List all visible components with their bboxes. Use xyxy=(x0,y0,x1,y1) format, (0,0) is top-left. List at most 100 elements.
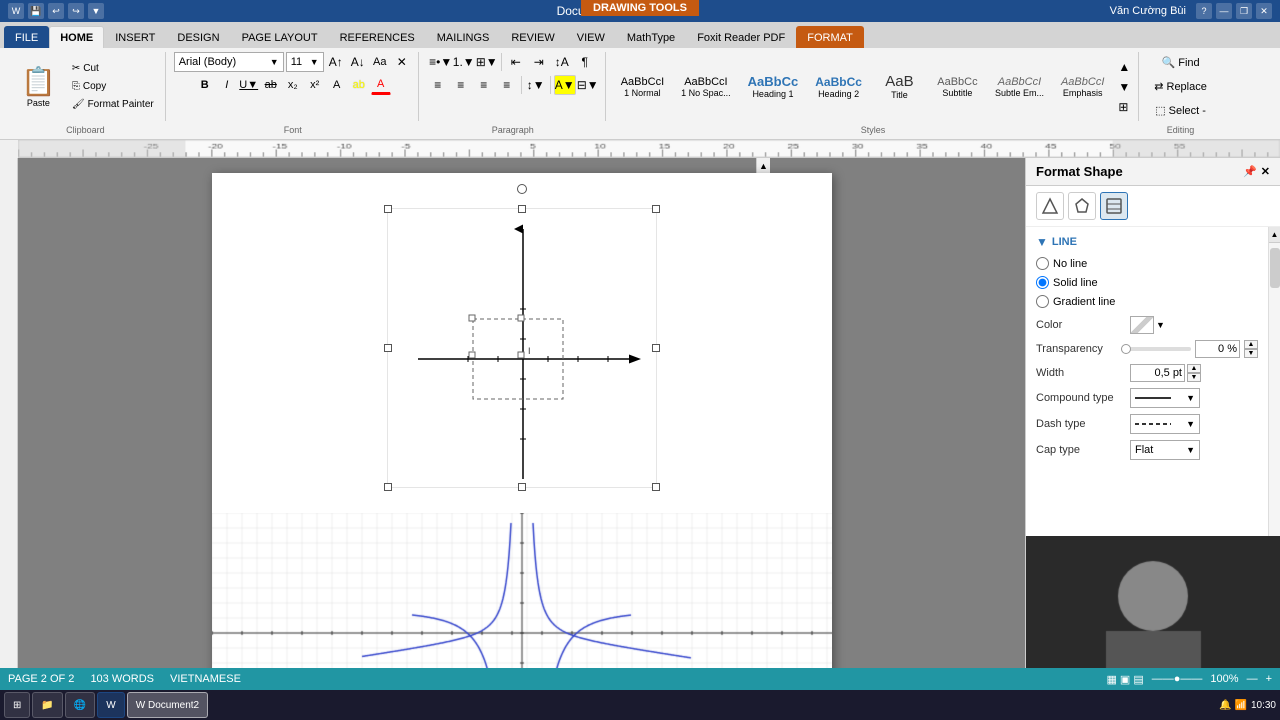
style-emphasis-button[interactable]: AaBbCcI Emphasis xyxy=(1054,73,1111,101)
underline-button[interactable]: U▼ xyxy=(239,75,259,95)
select-button[interactable]: ⬚ Select - xyxy=(1148,100,1213,121)
dash-type-dropdown[interactable]: ▼ xyxy=(1130,414,1200,434)
tab-mathtype[interactable]: MathType xyxy=(616,26,686,48)
tab-view[interactable]: VIEW xyxy=(566,26,616,48)
change-case-button[interactable]: Aa xyxy=(370,52,390,72)
bullets-button[interactable]: ≡•▼ xyxy=(430,52,452,72)
show-formatting-button[interactable]: ¶ xyxy=(574,52,596,72)
tab-design[interactable]: DESIGN xyxy=(166,26,230,48)
font-size-field[interactable]: 11▼ xyxy=(286,52,324,72)
color-dropdown-arrow[interactable]: ▼ xyxy=(1156,320,1165,330)
tab-page-layout[interactable]: PAGE LAYOUT xyxy=(231,26,329,48)
decrease-indent-button[interactable]: ⇤ xyxy=(505,52,527,72)
help-button[interactable]: ? xyxy=(1196,3,1212,19)
format-panel-pin[interactable]: 📌 xyxy=(1243,165,1257,178)
superscript-button[interactable]: x² xyxy=(305,75,325,95)
start-button[interactable]: ⊞ xyxy=(4,692,30,718)
italic-button[interactable]: I xyxy=(217,75,237,95)
style-subtle-emphasis-button[interactable]: AaBbCcI Subtle Em... xyxy=(988,73,1051,101)
align-left-button[interactable]: ≡ xyxy=(427,75,449,95)
tab-home[interactable]: HOME xyxy=(49,26,104,48)
tab-review[interactable]: REVIEW xyxy=(500,26,565,48)
grow-font-button[interactable]: A↑ xyxy=(326,52,346,72)
subscript-button[interactable]: x₂ xyxy=(283,75,303,95)
style-heading1-button[interactable]: AaBbCc Heading 1 xyxy=(741,71,806,102)
justify-button[interactable]: ≡ xyxy=(496,75,518,95)
strikethrough-button[interactable]: ab xyxy=(261,75,281,95)
tab-references[interactable]: REFERENCES xyxy=(329,26,426,48)
rotation-handle[interactable] xyxy=(517,184,527,194)
task-explorer[interactable]: 📁 xyxy=(32,692,62,718)
fill-effects-tab[interactable] xyxy=(1036,192,1064,220)
quick-access-icon[interactable]: ▼ xyxy=(88,3,104,19)
solid-line-radio[interactable] xyxy=(1036,276,1049,289)
zoom-in-button[interactable]: + xyxy=(1266,673,1272,685)
tab-mailings[interactable]: MAILINGS xyxy=(426,26,501,48)
format-painter-button[interactable]: 🖌 Format Painter xyxy=(67,96,159,113)
width-input[interactable] xyxy=(1130,364,1185,382)
font-name-field[interactable]: Arial (Body)▼ xyxy=(174,52,284,72)
styles-scroll-up[interactable]: ▲ xyxy=(1116,58,1132,76)
gradient-line-label[interactable]: Gradient line xyxy=(1036,295,1115,308)
task-ie[interactable]: 🌐 xyxy=(65,692,95,718)
sort-button[interactable]: ↕A xyxy=(551,52,573,72)
scroll-up-button[interactable]: ▲ xyxy=(757,158,770,174)
increase-indent-button[interactable]: ⇥ xyxy=(528,52,550,72)
minimize-button[interactable]: — xyxy=(1216,3,1232,19)
panel-scroll-track[interactable] xyxy=(1269,243,1280,542)
line-spacing-button[interactable]: ↕▼ xyxy=(525,75,547,95)
no-line-radio[interactable] xyxy=(1036,257,1049,270)
compound-type-dropdown[interactable]: ▼ xyxy=(1130,388,1200,408)
line-section-header[interactable]: ▼ LINE xyxy=(1036,235,1258,249)
word-icon[interactable]: W xyxy=(8,3,24,19)
style-no-spacing-button[interactable]: AaBbCcI 1 No Spac... xyxy=(674,73,738,101)
style-normal-button[interactable]: AaBbCcI 1 Normal xyxy=(614,73,671,101)
solid-line-label[interactable]: Solid line xyxy=(1036,276,1098,289)
cap-type-dropdown[interactable]: Flat ▼ xyxy=(1130,440,1200,460)
redo-icon[interactable]: ↪ xyxy=(68,3,84,19)
find-button[interactable]: 🔍 Find xyxy=(1155,52,1207,73)
text-effects-button[interactable]: A xyxy=(327,75,347,95)
save-icon[interactable]: 💾 xyxy=(28,3,44,19)
replace-button[interactable]: ⇄ Replace xyxy=(1147,76,1214,97)
bold-button[interactable]: B xyxy=(195,75,215,95)
copy-button[interactable]: ⎘ Copy xyxy=(67,78,159,95)
no-line-label[interactable]: No line xyxy=(1036,257,1087,270)
text-highlight-button[interactable]: ab xyxy=(349,75,369,95)
styles-scroll-down[interactable]: ▼ xyxy=(1116,78,1132,96)
style-title-button[interactable]: AaB Title xyxy=(872,70,927,103)
transparency-slider[interactable] xyxy=(1121,347,1191,351)
format-panel-close[interactable]: ✕ xyxy=(1261,165,1270,178)
styles-more[interactable]: ⊞ xyxy=(1116,98,1132,116)
clear-format-button[interactable]: ✕ xyxy=(392,52,412,72)
transparency-input[interactable] xyxy=(1195,340,1240,358)
shading-button[interactable]: A▼ xyxy=(554,75,576,95)
align-right-button[interactable]: ≡ xyxy=(473,75,495,95)
align-center-button[interactable]: ≡ xyxy=(450,75,472,95)
tab-insert[interactable]: INSERT xyxy=(104,26,166,48)
paste-button[interactable]: 📋 Paste xyxy=(12,60,65,113)
tab-file[interactable]: FILE xyxy=(4,26,49,48)
transparency-spin-up[interactable]: ▲ xyxy=(1244,340,1258,349)
multilevel-list-button[interactable]: ⊞▼ xyxy=(476,52,498,72)
borders-button[interactable]: ⊟▼ xyxy=(577,75,599,95)
style-subtitle-button[interactable]: AaBbCc Subtitle xyxy=(930,73,985,101)
task-word[interactable]: W xyxy=(97,692,124,718)
restore-button[interactable]: ❐ xyxy=(1236,3,1252,19)
zoom-out-button[interactable]: — xyxy=(1247,673,1258,685)
shape-tab[interactable] xyxy=(1068,192,1096,220)
transparency-spin-down[interactable]: ▼ xyxy=(1244,349,1258,358)
width-spin-down[interactable]: ▼ xyxy=(1187,373,1201,382)
style-heading2-button[interactable]: AaBbCc Heading 2 xyxy=(808,72,869,102)
panel-scroll-thumb[interactable] xyxy=(1270,248,1280,288)
undo-icon[interactable]: ↩ xyxy=(48,3,64,19)
close-button[interactable]: ✕ xyxy=(1256,3,1272,19)
tab-foxit[interactable]: Foxit Reader PDF xyxy=(686,26,796,48)
numbering-button[interactable]: 1.▼ xyxy=(453,52,475,72)
gradient-line-radio[interactable] xyxy=(1036,295,1049,308)
width-spin-up[interactable]: ▲ xyxy=(1187,364,1201,373)
shrink-font-button[interactable]: A↓ xyxy=(348,52,368,72)
tab-format[interactable]: FORMAT xyxy=(796,26,864,48)
color-picker[interactable] xyxy=(1130,316,1154,334)
transparency-thumb[interactable] xyxy=(1121,344,1131,354)
